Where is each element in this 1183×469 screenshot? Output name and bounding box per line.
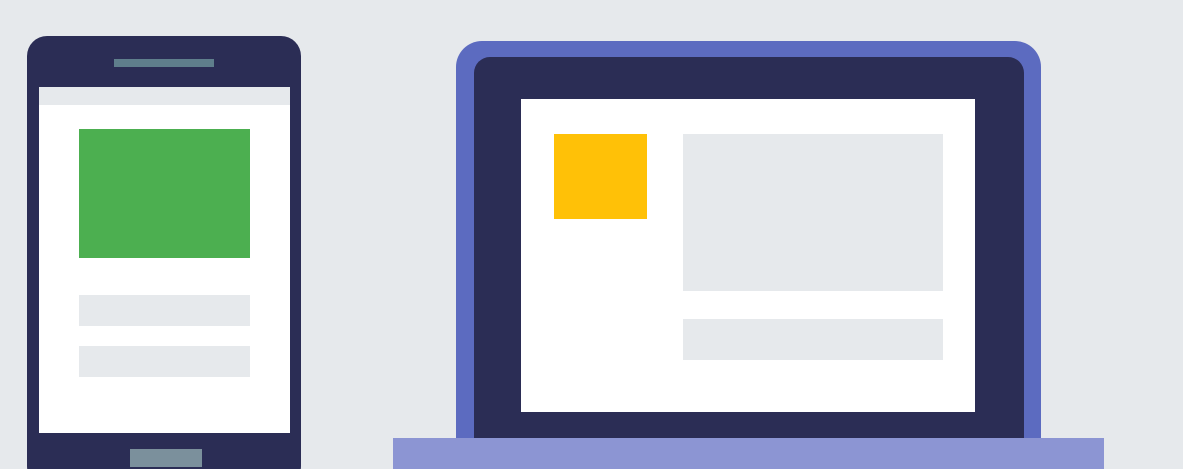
laptop-base [393,438,1104,469]
phone-text-line-1 [79,295,250,326]
phone-text-line-2 [79,346,250,377]
laptop-thumbnail [554,134,647,219]
phone-status-bar [39,87,290,105]
phone-speaker [114,59,214,67]
laptop-text-line [683,319,943,360]
laptop-content-panel [683,134,943,291]
phone-home-button [130,449,202,467]
phone-image-placeholder [79,129,250,258]
device-illustration [0,0,1183,469]
